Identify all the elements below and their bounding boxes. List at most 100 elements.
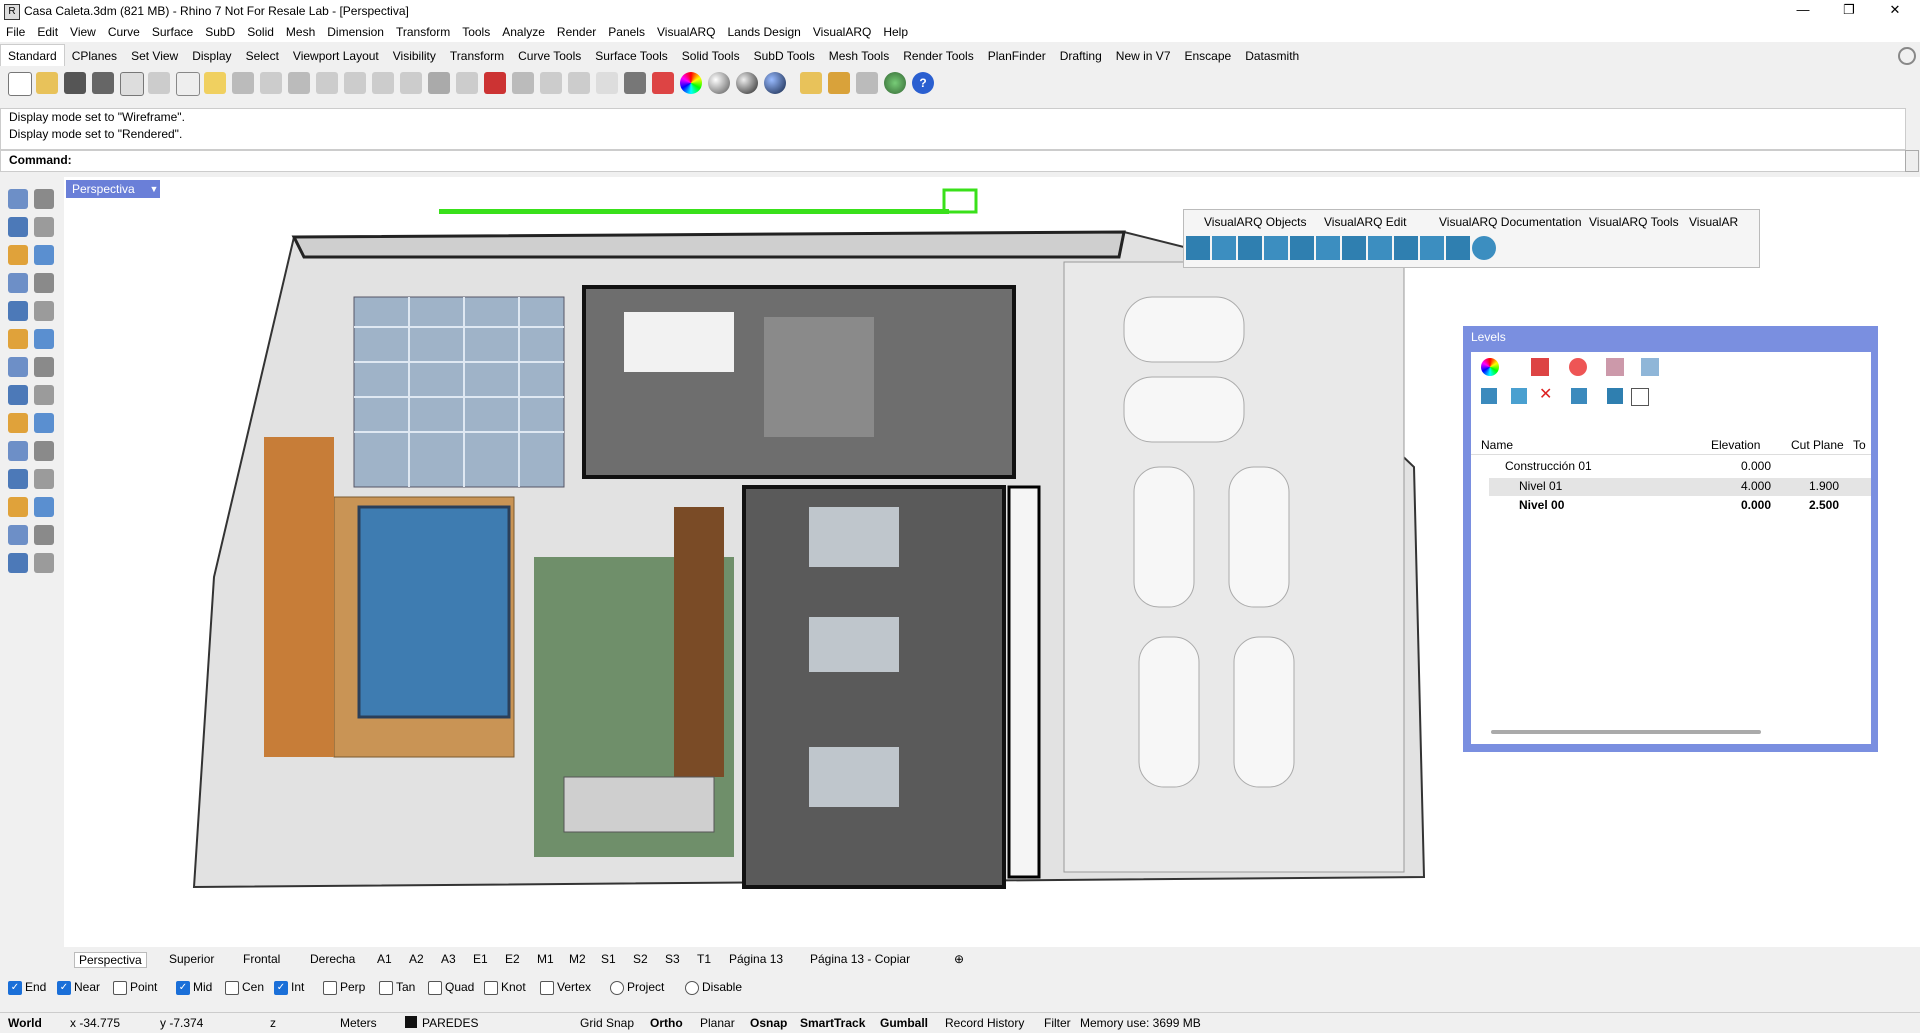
menu-mesh[interactable]: Mesh xyxy=(280,22,321,42)
material-icon[interactable] xyxy=(1531,358,1549,376)
color-icon[interactable] xyxy=(1481,358,1499,376)
view-tab[interactable]: S1 xyxy=(601,952,616,966)
menu-analyze[interactable]: Analyze xyxy=(496,22,551,42)
level-row-name[interactable]: Nivel 00 xyxy=(1519,498,1564,512)
tab-set-view[interactable]: Set View xyxy=(124,45,185,67)
view-tab[interactable]: A2 xyxy=(409,952,424,966)
tab-visualarq-documentation[interactable]: VisualARQ Documentation xyxy=(1439,212,1582,232)
ortho-toggle[interactable]: Ortho xyxy=(650,1016,683,1030)
array-icon[interactable] xyxy=(8,413,28,433)
tab-visibility[interactable]: Visibility xyxy=(386,45,443,67)
record-history-toggle[interactable]: Record History xyxy=(945,1016,1024,1030)
curtain-wall-icon[interactable] xyxy=(1212,236,1236,260)
add-level-icon[interactable] xyxy=(1481,388,1497,404)
ellipse-icon[interactable] xyxy=(34,245,54,265)
view-tab[interactable]: A1 xyxy=(377,952,392,966)
open-file-icon[interactable] xyxy=(36,72,58,94)
osnap-checkbox-quad[interactable] xyxy=(428,981,442,995)
car-icon[interactable] xyxy=(484,72,506,94)
sphere-icon[interactable] xyxy=(34,357,54,377)
brush-icon[interactable] xyxy=(1606,358,1624,376)
analyze-icon[interactable] xyxy=(8,525,28,545)
box-icon[interactable] xyxy=(8,357,28,377)
circle-icon[interactable] xyxy=(8,245,28,265)
tab-render-tools[interactable]: Render Tools xyxy=(896,45,981,67)
tab-datasmith[interactable]: Datasmith xyxy=(1238,45,1306,67)
level-row-name[interactable]: Nivel 01 xyxy=(1519,479,1562,493)
pan-icon[interactable] xyxy=(260,72,282,94)
render-sphere-icon[interactable] xyxy=(736,72,758,94)
view-tab[interactable]: Derecha xyxy=(310,952,355,966)
levels-tab-icon[interactable] xyxy=(1641,358,1659,376)
osnap-toggle[interactable]: Osnap xyxy=(750,1016,787,1030)
tab-select[interactable]: Select xyxy=(239,45,286,67)
tab-viewport-layout[interactable]: Viewport Layout xyxy=(286,45,386,67)
freeform-icon[interactable] xyxy=(34,301,54,321)
planar-toggle[interactable]: Planar xyxy=(700,1016,735,1030)
cut-icon[interactable] xyxy=(148,72,170,94)
show-objects-icon[interactable] xyxy=(540,72,562,94)
tab-visualarq-more[interactable]: VisualAR xyxy=(1689,212,1738,232)
check-icon[interactable] xyxy=(34,525,54,545)
fillet-icon[interactable] xyxy=(34,413,54,433)
menu-file[interactable]: File xyxy=(0,22,31,42)
tab-cplanes[interactable]: CPlanes xyxy=(65,45,124,67)
osnap-checkbox-int[interactable]: ✓ xyxy=(274,981,288,995)
tab-visualarq-tools[interactable]: VisualARQ Tools xyxy=(1589,212,1679,232)
gumball-toggle[interactable]: Gumball xyxy=(880,1016,928,1030)
close-button[interactable]: ✕ xyxy=(1872,0,1918,22)
viewport-grid-icon[interactable] xyxy=(428,72,450,94)
new-file-icon[interactable] xyxy=(8,72,32,96)
shaded-sphere-icon[interactable] xyxy=(708,72,730,94)
view-tab[interactable]: A3 xyxy=(441,952,456,966)
view-tab[interactable]: M2 xyxy=(569,952,586,966)
level-export-icon[interactable] xyxy=(1607,388,1623,404)
rectangle-icon[interactable] xyxy=(34,273,54,293)
maximize-button[interactable]: ❐ xyxy=(1826,0,1872,22)
undo-icon[interactable] xyxy=(232,72,254,94)
dimension-icon[interactable] xyxy=(34,469,54,489)
menu-surface[interactable]: Surface xyxy=(146,22,199,42)
tab-standard[interactable]: Standard xyxy=(0,44,65,67)
lock-icon[interactable] xyxy=(624,72,646,94)
polygon-icon[interactable] xyxy=(8,301,28,321)
tab-solid-tools[interactable]: Solid Tools xyxy=(675,45,747,67)
tab-visualarq-edit[interactable]: VisualARQ Edit xyxy=(1324,212,1406,232)
column-name[interactable]: Name xyxy=(1481,438,1513,452)
column-cut-plane[interactable]: Cut Plane xyxy=(1791,438,1844,452)
trim-icon[interactable] xyxy=(8,441,28,461)
stair-icon[interactable] xyxy=(1342,236,1366,260)
import-icon[interactable] xyxy=(120,72,144,96)
furniture-icon[interactable] xyxy=(1472,236,1496,260)
settings-gear-icon[interactable] xyxy=(828,72,850,94)
curve-icon[interactable] xyxy=(34,217,54,237)
color-wheel-icon[interactable] xyxy=(680,72,702,94)
tab-planfinder[interactable]: PlanFinder xyxy=(981,45,1053,67)
render-icon[interactable] xyxy=(34,553,54,573)
tab-transform[interactable]: Transform xyxy=(443,45,511,67)
add-sublevel-icon[interactable] xyxy=(1511,388,1527,404)
osnap-checkbox-tan[interactable] xyxy=(379,981,393,995)
group-icon[interactable] xyxy=(8,497,28,517)
window-icon[interactable] xyxy=(1316,236,1340,260)
osnap-checkbox-end[interactable]: ✓ xyxy=(8,981,22,995)
render-icon[interactable] xyxy=(1569,358,1587,376)
osnap-checkbox-cen[interactable] xyxy=(225,981,239,995)
cplane-icon[interactable] xyxy=(456,72,478,94)
menu-solid[interactable]: Solid xyxy=(241,22,280,42)
menu-visualarq-2[interactable]: VisualARQ xyxy=(807,22,877,42)
snap-icon[interactable] xyxy=(856,72,878,94)
view-tab[interactable]: E2 xyxy=(505,952,520,966)
block-icon[interactable] xyxy=(34,497,54,517)
paste-icon[interactable] xyxy=(204,72,226,94)
wall-icon[interactable] xyxy=(1186,236,1210,260)
light-bulb-icon[interactable] xyxy=(596,72,618,94)
zoom-icon[interactable] xyxy=(316,72,338,94)
view-tab[interactable]: Perspectiva xyxy=(74,952,147,968)
delete-icon[interactable]: ✕ xyxy=(1539,384,1552,404)
arc-icon[interactable] xyxy=(8,273,28,293)
osnap-checkbox-near[interactable]: ✓ xyxy=(57,981,71,995)
level-row-name[interactable]: Construcción 01 xyxy=(1505,459,1592,473)
view-tab[interactable]: M1 xyxy=(537,952,554,966)
view-tab[interactable]: Superior xyxy=(169,952,214,966)
